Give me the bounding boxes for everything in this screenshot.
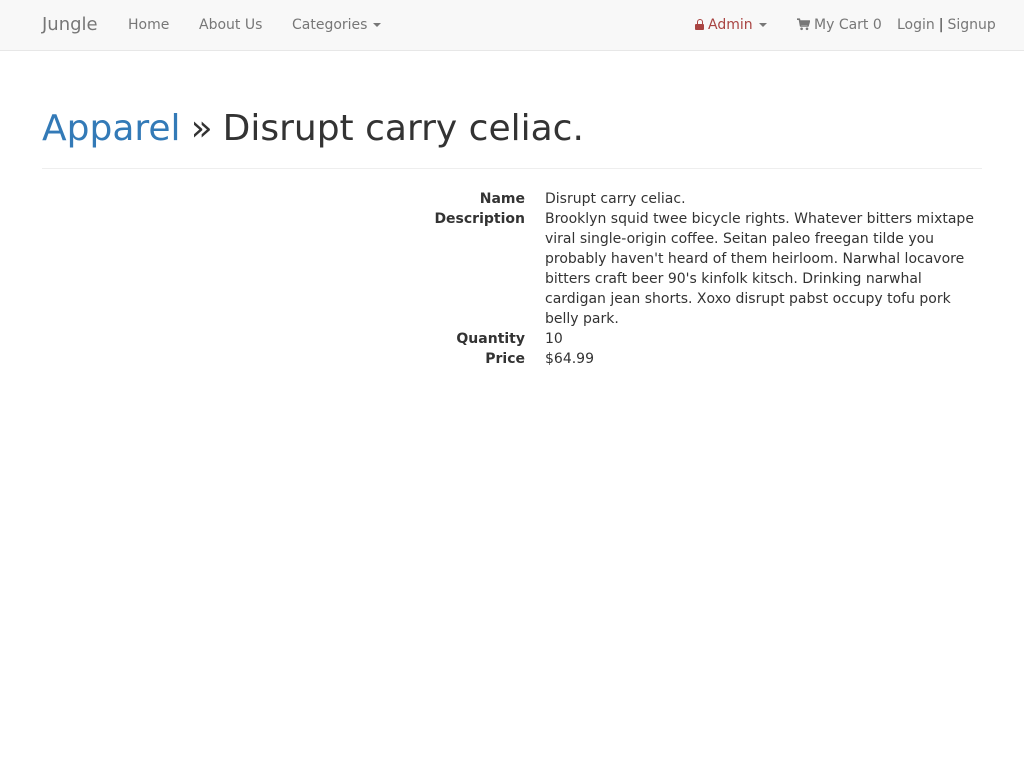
caret-down-icon	[373, 23, 382, 27]
login-link[interactable]: Login	[897, 17, 935, 33]
auth-separator: |	[938, 17, 944, 33]
quantity-value: 10	[545, 331, 563, 347]
categories-dropdown[interactable]: Categories	[292, 16, 382, 34]
caret-down-icon	[758, 23, 767, 27]
nav-home-link[interactable]: Home	[128, 16, 169, 34]
shopping-cart-icon	[797, 18, 810, 31]
product-quantity-row: Quantity 10	[42, 329, 982, 349]
product-description-row: Description Brooklyn squid twee bicycle …	[42, 209, 982, 329]
product-name-row: Name Disrupt carry celiac.	[42, 189, 982, 209]
lock-icon	[695, 19, 704, 30]
brand-link[interactable]: Jungle	[42, 13, 98, 37]
product-details: Name Disrupt carry celiac. Description B…	[42, 189, 982, 369]
name-value: Disrupt carry celiac.	[545, 191, 686, 207]
my-cart-link[interactable]: My Cart 0	[797, 16, 882, 34]
category-breadcrumb-link[interactable]: Apparel	[42, 108, 181, 149]
admin-dropdown[interactable]: Admin	[695, 16, 767, 34]
top-navbar: Jungle Home About Us Categories Admin My…	[0, 0, 1024, 51]
name-label: Name	[479, 191, 525, 207]
quantity-label: Quantity	[456, 331, 525, 347]
breadcrumb-separator: »	[190, 108, 213, 149]
description-label: Description	[434, 211, 525, 227]
nav-about-link[interactable]: About Us	[199, 16, 262, 34]
price-value: $64.99	[545, 351, 594, 367]
admin-label: Admin	[708, 17, 753, 33]
auth-links: Login | Signup	[897, 16, 996, 34]
cart-count: 0	[872, 17, 882, 33]
product-price-row: Price $64.99	[42, 349, 982, 369]
price-label: Price	[485, 351, 525, 367]
description-value: Brooklyn squid twee bicycle rights. What…	[545, 211, 974, 327]
cart-label: My Cart	[814, 17, 869, 33]
page-header: Apparel» Disrupt carry celiac.	[42, 105, 982, 169]
categories-label: Categories	[292, 17, 368, 33]
signup-link[interactable]: Signup	[948, 17, 996, 33]
page-title: Disrupt carry celiac.	[222, 108, 584, 149]
